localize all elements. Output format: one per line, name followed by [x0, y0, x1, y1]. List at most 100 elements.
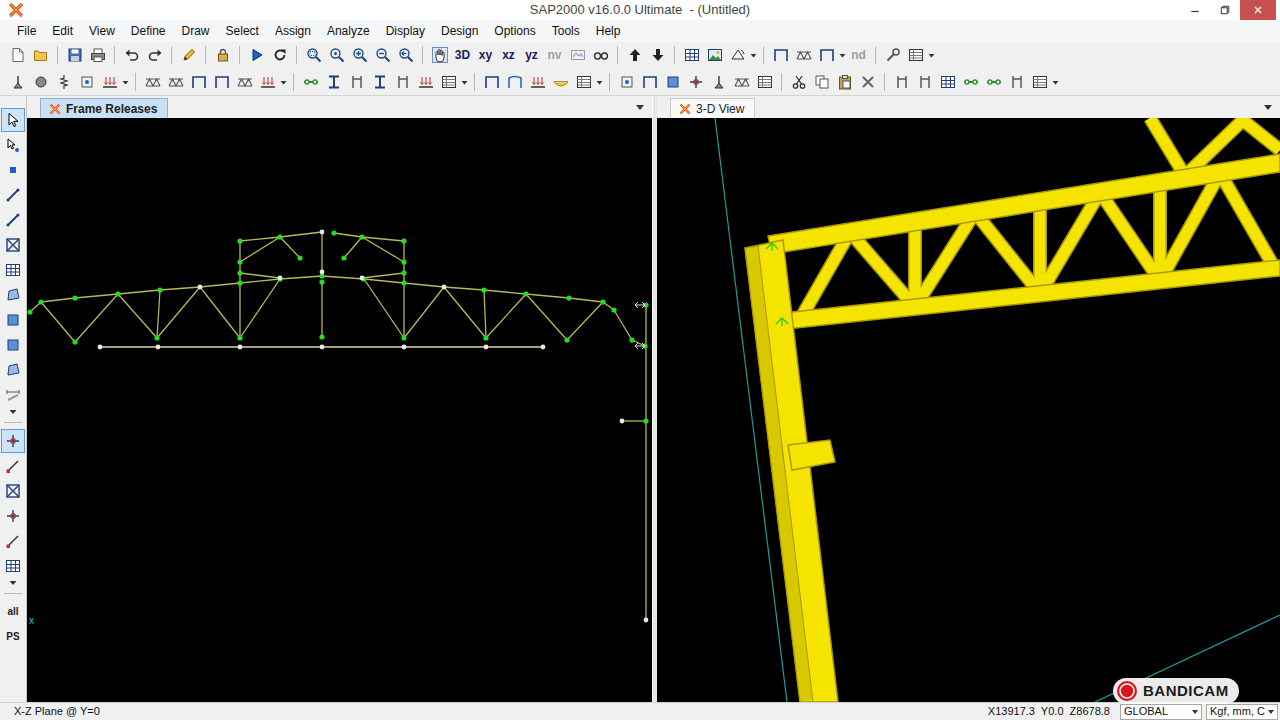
draw-tool-button[interactable]: [2, 109, 24, 131]
toolbar-button[interactable]: [345, 71, 368, 93]
draw-tool-button[interactable]: [2, 430, 24, 452]
menu-item[interactable]: Help: [588, 21, 629, 41]
toolbar-button[interactable]: [428, 44, 451, 66]
units-select[interactable]: Kgf, mm, C: [1206, 704, 1278, 720]
dropdown-button[interactable]: [595, 71, 604, 93]
toolbar-button[interactable]: [730, 71, 753, 93]
toolbar-button[interactable]: [394, 44, 417, 66]
toolbar-button[interactable]: [684, 71, 707, 93]
toolbar-button[interactable]: [589, 44, 612, 66]
draw-tool-button[interactable]: [2, 357, 24, 382]
draw-tool-button[interactable]: [2, 553, 24, 578]
toolbar-button[interactable]: [187, 71, 210, 93]
toolbar-button[interactable]: [52, 71, 75, 93]
toolbar-button[interactable]: [810, 71, 833, 93]
toolbar-button[interactable]: [348, 44, 371, 66]
toolbar-button[interactable]: [120, 44, 143, 66]
toolbar-button[interactable]: [368, 71, 391, 93]
drawing-canvas[interactable]: x: [27, 118, 652, 702]
view-tab[interactable]: Frame Releases: [40, 98, 168, 118]
toolbar-button[interactable]: [890, 71, 913, 93]
toolbar-button[interactable]: [792, 44, 815, 66]
toolbar-button[interactable]: [646, 44, 669, 66]
menu-item[interactable]: Display: [378, 21, 433, 41]
pane-menu-arrow[interactable]: [1264, 105, 1272, 110]
toolbar-button[interactable]: xy: [474, 44, 497, 66]
menu-item[interactable]: View: [81, 21, 123, 41]
toolbar-button[interactable]: [526, 71, 549, 93]
toolbar-button[interactable]: nd: [847, 44, 870, 66]
menu-item[interactable]: Tools: [544, 21, 588, 41]
toolbar-button[interactable]: [29, 71, 52, 93]
dropdown-button[interactable]: [460, 71, 469, 93]
toolbar-button[interactable]: [726, 44, 749, 66]
toolbar-button[interactable]: [881, 44, 904, 66]
dropdown-button[interactable]: [927, 44, 936, 66]
toolbar-button[interactable]: [141, 71, 164, 93]
draw-tool-button[interactable]: PS: [2, 624, 24, 649]
draw-tool-button[interactable]: [2, 257, 24, 282]
toolbar-button[interactable]: nv: [543, 44, 566, 66]
toolbar-button[interactable]: [302, 44, 325, 66]
toolbar-button[interactable]: [98, 71, 121, 93]
draw-tool-button[interactable]: [2, 578, 24, 588]
toolbar-button[interactable]: [143, 44, 166, 66]
toolbar-button[interactable]: [833, 71, 856, 93]
toolbar-button[interactable]: [86, 44, 109, 66]
draw-tool-button[interactable]: [2, 478, 24, 503]
toolbar-button[interactable]: [549, 71, 572, 93]
draw-tool-button[interactable]: [2, 157, 24, 182]
toolbar-button[interactable]: [615, 71, 638, 93]
drawing-canvas[interactable]: [657, 118, 1280, 702]
toolbar-button[interactable]: [913, 71, 936, 93]
toolbar-button[interactable]: [268, 44, 291, 66]
toolbar-button[interactable]: 3D: [451, 44, 474, 66]
restore-button[interactable]: [1210, 0, 1240, 20]
toolbar-button[interactable]: [164, 71, 187, 93]
toolbar-button[interactable]: [322, 71, 345, 93]
dropdown-button[interactable]: [838, 44, 847, 66]
menu-item[interactable]: Select: [218, 21, 267, 41]
toolbar-button[interactable]: [325, 44, 348, 66]
toolbar-button[interactable]: [29, 44, 52, 66]
draw-tool-button[interactable]: [2, 232, 24, 257]
toolbar-button[interactable]: [661, 71, 684, 93]
menu-item[interactable]: File: [9, 21, 44, 41]
toolbar-button[interactable]: [371, 44, 394, 66]
minimize-button[interactable]: [1180, 0, 1210, 20]
draw-tool-button[interactable]: all: [2, 599, 24, 624]
toolbar-button[interactable]: [787, 71, 810, 93]
toolbar-button[interactable]: [503, 71, 526, 93]
toolbar-button[interactable]: xz: [497, 44, 520, 66]
toolbar-button[interactable]: [769, 44, 792, 66]
toolbar-button[interactable]: [936, 71, 959, 93]
toolbar-button[interactable]: [623, 44, 646, 66]
toolbar-button[interactable]: [703, 44, 726, 66]
draw-tool-button[interactable]: [2, 182, 24, 207]
coord-system-select[interactable]: GLOBAL: [1120, 704, 1202, 720]
draw-tool-button[interactable]: [2, 528, 24, 553]
close-button[interactable]: [1240, 0, 1276, 20]
dropdown-button[interactable]: [1051, 71, 1060, 93]
menu-item[interactable]: Assign: [267, 21, 319, 41]
menu-item[interactable]: Define: [123, 21, 174, 41]
toolbar-button[interactable]: [638, 71, 661, 93]
toolbar-button[interactable]: [572, 71, 595, 93]
toolbar-button[interactable]: [233, 71, 256, 93]
draw-tool-button[interactable]: [2, 503, 24, 528]
toolbar-button[interactable]: [177, 44, 200, 66]
menu-item[interactable]: Edit: [44, 21, 81, 41]
toolbar-button[interactable]: [480, 71, 503, 93]
toolbar-button[interactable]: [959, 71, 982, 93]
draw-tool-button[interactable]: [2, 307, 24, 332]
draw-tool-button[interactable]: [2, 207, 24, 232]
dropdown-button[interactable]: [121, 71, 130, 93]
toolbar-button[interactable]: [437, 71, 460, 93]
draw-tool-button[interactable]: [2, 282, 24, 307]
dropdown-button[interactable]: [279, 71, 288, 93]
toolbar-button[interactable]: [1005, 71, 1028, 93]
dropdown-button[interactable]: [749, 44, 758, 66]
draw-tool-button[interactable]: [2, 382, 24, 407]
toolbar-button[interactable]: [211, 44, 234, 66]
toolbar-button[interactable]: [707, 71, 730, 93]
